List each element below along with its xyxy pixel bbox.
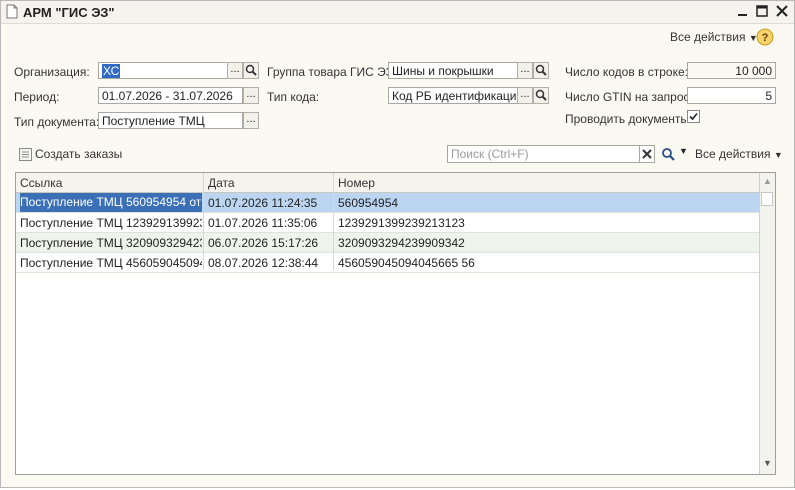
cell-link: Поступление ТМЦ 560954954 от 0... — [20, 193, 202, 212]
cell-number: 3209093294239909342 — [338, 236, 465, 250]
org-label: Организация: — [14, 65, 90, 79]
table-row[interactable]: Поступление ТМЦ 123929139923... 01.07.20… — [16, 213, 761, 233]
table-row[interactable]: Поступление ТМЦ 456059045094... 08.07.20… — [16, 253, 761, 273]
document-list-icon — [19, 148, 32, 161]
gtin-value: 5 — [765, 89, 772, 103]
table-row[interactable]: Поступление ТМЦ 560954954 от 0... 01.07.… — [16, 193, 761, 213]
search-input[interactable]: Поиск (Ctrl+F) — [447, 145, 640, 163]
column-divider — [203, 173, 204, 270]
codes-per-row-label: Число кодов в строке: — [565, 65, 688, 79]
chevron-down-icon: ▼ — [773, 150, 783, 160]
scroll-down-icon[interactable]: ▼ — [763, 458, 772, 468]
codes-per-row-field[interactable]: 10 000 — [687, 62, 776, 79]
search-icon — [535, 89, 547, 101]
cell-date: 08.07.2026 12:38:44 — [208, 256, 319, 270]
document-icon — [6, 4, 18, 19]
gtin-field[interactable]: 5 — [687, 87, 776, 104]
top-all-actions-label: Все действия — [670, 30, 746, 44]
help-label: ? — [762, 32, 769, 44]
period-value: 01.07.2026 - 31.07.2026 — [102, 89, 233, 103]
org-open-button[interactable] — [243, 62, 259, 79]
codetype-label: Тип кода: — [267, 90, 320, 104]
create-orders-button[interactable]: Создать заказы — [19, 147, 124, 163]
period-label: Период: — [14, 90, 60, 104]
cell-number: 560954954 — [338, 196, 399, 210]
cell-link: Поступление ТМЦ 320909329423... — [20, 236, 202, 250]
cell-number: 456059045094045665 56 — [338, 256, 475, 270]
help-icon[interactable]: ? — [756, 28, 774, 46]
search-icon — [245, 64, 257, 76]
group-value: Шины и покрышки — [392, 64, 494, 78]
search-icon — [535, 64, 547, 76]
minimize-icon[interactable] — [736, 4, 750, 18]
app-window: АРМ "ГИС ЭЗ" Все действия ▼ ? Организаци… — [0, 0, 795, 488]
codetype-field[interactable]: Код РБ идентификации т — [388, 87, 518, 104]
search-button[interactable]: ▼ — [661, 146, 689, 162]
column-header-date[interactable]: Дата — [208, 176, 235, 190]
scroll-up-icon[interactable]: ▲ — [763, 176, 772, 186]
period-field[interactable]: 01.07.2026 - 31.07.2026 — [98, 87, 243, 104]
clear-icon — [642, 149, 652, 159]
cell-number: 1239291399239213123 — [338, 216, 465, 230]
list-all-actions-menu[interactable]: Все действия ▼ — [695, 147, 783, 161]
vertical-scrollbar[interactable]: ▲ ▼ — [759, 173, 775, 474]
doctype-value: Поступление ТМЦ — [102, 114, 205, 128]
cell-link: Поступление ТМЦ 456059045094... — [20, 256, 202, 270]
codetype-select-button[interactable]: ... — [517, 87, 533, 104]
documents-table: Ссылка Дата Номер Поступление ТМЦ 560954… — [15, 172, 776, 475]
table-header: Ссылка Дата Номер — [16, 173, 761, 193]
list-all-actions-label: Все действия — [695, 147, 771, 161]
column-header-link[interactable]: Ссылка — [20, 176, 62, 190]
top-all-actions-menu[interactable]: Все действия ▼ — [670, 30, 758, 44]
doctype-select-button[interactable]: ... — [243, 112, 259, 129]
search-placeholder: Поиск (Ctrl+F) — [451, 147, 529, 161]
group-open-button[interactable] — [533, 62, 549, 79]
window-title: АРМ "ГИС ЭЗ" — [23, 5, 115, 20]
group-label: Группа товара ГИС ЭЗ: — [267, 65, 397, 79]
cell-link: Поступление ТМЦ 123929139923... — [20, 216, 202, 230]
cell-date: 01.07.2026 11:24:35 — [208, 196, 318, 210]
codetype-open-button[interactable] — [533, 87, 549, 104]
group-field[interactable]: Шины и покрышки — [388, 62, 518, 79]
doctype-field[interactable]: Поступление ТМЦ — [98, 112, 243, 129]
codetype-value: Код РБ идентификации т — [392, 89, 518, 103]
org-value: ХС — [102, 64, 121, 78]
org-field[interactable]: ХС — [98, 62, 228, 79]
maximize-icon[interactable] — [755, 4, 769, 18]
create-orders-label: Создать заказы — [35, 147, 123, 161]
table-row[interactable]: Поступление ТМЦ 320909329423... 06.07.20… — [16, 233, 761, 253]
column-header-number[interactable]: Номер — [338, 176, 375, 190]
search-icon — [662, 148, 675, 161]
title-bar: АРМ "ГИС ЭЗ" — [1, 1, 794, 24]
column-divider — [333, 173, 334, 270]
clear-search-button[interactable] — [639, 145, 655, 163]
doctype-label: Тип документа: — [14, 115, 100, 129]
codes-per-row-value: 10 000 — [735, 64, 772, 78]
cell-date: 06.07.2026 15:17:26 — [208, 236, 319, 250]
scroll-thumb[interactable] — [761, 192, 773, 206]
chevron-down-icon: ▼ — [679, 146, 688, 156]
org-select-button[interactable]: ... — [227, 62, 243, 79]
group-select-button[interactable]: ... — [517, 62, 533, 79]
cell-date: 01.07.2026 11:35:06 — [208, 216, 318, 230]
period-select-button[interactable]: ... — [243, 87, 259, 104]
checkbox-icon[interactable] — [687, 110, 700, 123]
post-docs-label: Проводить документы: — [565, 112, 693, 126]
close-icon[interactable] — [775, 4, 789, 18]
gtin-label: Число GTIN на запрос: — [565, 90, 693, 104]
